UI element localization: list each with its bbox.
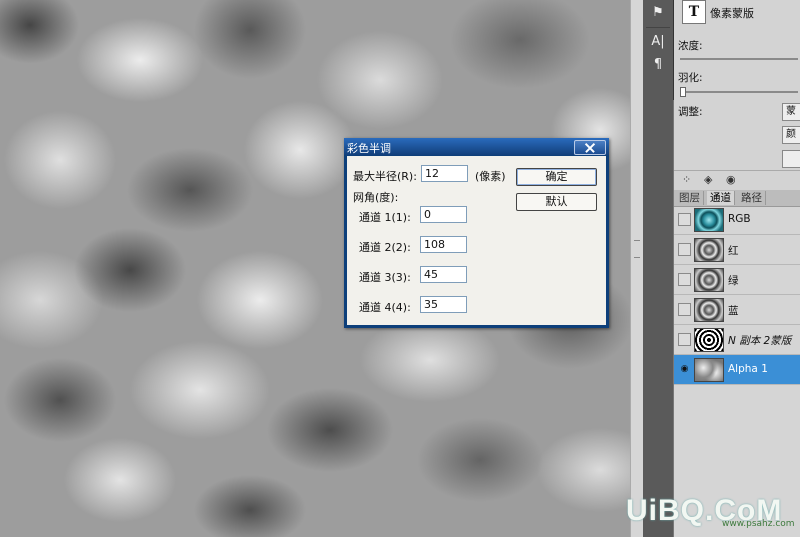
channel-row-rgb[interactable]: RGB	[674, 205, 800, 235]
ok-button[interactable]: 确定	[516, 168, 597, 186]
tab-paths[interactable]: 路径	[738, 191, 766, 205]
channel-row-alpha[interactable]: ◉ Alpha 1	[674, 355, 800, 385]
channel-name: 蓝	[728, 305, 739, 317]
max-radius-label: 最大半径(R):	[353, 170, 417, 183]
channel-name: RGB	[728, 213, 751, 225]
tab-channels[interactable]: 通道	[707, 191, 735, 205]
channel-thumbnail	[694, 358, 724, 382]
close-icon[interactable]	[574, 140, 606, 155]
channel-name: Alpha 1	[728, 363, 768, 375]
channel-2-input[interactable]: 108	[420, 236, 467, 253]
visibility-toggle[interactable]	[678, 243, 691, 256]
channel-name: N 副本 2蒙版	[728, 335, 792, 347]
feather-label: 羽化:	[678, 72, 703, 84]
dialog-titlebar[interactable]: 彩色半调	[344, 138, 609, 155]
visibility-toggle[interactable]	[678, 303, 691, 316]
feather-knob[interactable]	[680, 87, 686, 97]
channels-panel: 图层 通道 路径 RGB 红 绿 蓝 N 副本 2蒙版 ◉ Alpha 1	[674, 190, 800, 537]
character-panel-icon[interactable]: A|	[646, 32, 670, 52]
masks-footer: ⁘ ◈ ◉	[674, 170, 800, 191]
masks-title: 像素蒙版	[710, 7, 754, 20]
dialog-body: 最大半径(R): 12 (像素) 网角(度): 通道 1(1): 0 通道 2(…	[347, 156, 606, 325]
unit-label: (像素)	[475, 170, 506, 183]
channel-3-input[interactable]: 45	[420, 266, 467, 283]
visibility-toggle[interactable]	[678, 333, 691, 346]
dialog-title: 彩色半调	[347, 142, 391, 155]
channel-name: 绿	[728, 275, 739, 287]
channel-row-blue[interactable]: 蓝	[674, 295, 800, 325]
channel-thumbnail	[694, 328, 724, 352]
channel-thumbnail	[694, 208, 724, 232]
channel-4-input[interactable]: 35	[420, 296, 467, 313]
eye-icon[interactable]: ◉	[678, 363, 691, 376]
max-radius-input[interactable]: 12	[421, 165, 468, 182]
masks-panel: T 像素蒙版 浓度: 羽化: 调整: 蒙 颜 ⁘ ◈ ◉	[674, 0, 800, 190]
channel-1-label: 通道 1(1):	[359, 211, 411, 224]
channel-2-label: 通道 2(2):	[359, 241, 411, 254]
toolbar-divider	[646, 27, 670, 28]
scroll-grip[interactable]	[634, 240, 640, 258]
channel-name: 红	[728, 245, 739, 257]
selection-icon[interactable]: ⁘	[682, 173, 691, 186]
channel-row-red[interactable]: 红	[674, 235, 800, 265]
adjust-label: 调整:	[678, 106, 703, 118]
default-button[interactable]: 默认	[516, 193, 597, 211]
paragraph-panel-icon[interactable]: ¶	[646, 55, 670, 75]
channel-thumbnail	[694, 238, 724, 262]
toolbar-background	[643, 100, 673, 537]
channel-row-mask[interactable]: N 副本 2蒙版	[674, 325, 800, 355]
visibility-toggle[interactable]	[678, 213, 691, 226]
channel-3-label: 通道 3(3):	[359, 271, 411, 284]
density-label: 浓度:	[678, 40, 703, 52]
channel-1-input[interactable]: 0	[420, 206, 467, 223]
channel-thumbnail	[694, 268, 724, 292]
tab-layers[interactable]: 图层	[676, 191, 704, 205]
visibility-toggle[interactable]	[678, 273, 691, 286]
channel-4-label: 通道 4(4):	[359, 301, 411, 314]
masks-header: T 像素蒙版	[678, 0, 800, 26]
color-range-button[interactable]: 颜	[782, 126, 800, 144]
stamp-icon[interactable]: ⚑	[646, 3, 670, 23]
visibility-eye-icon[interactable]: ◉	[726, 173, 736, 186]
color-halftone-dialog: 彩色半调 最大半径(R): 12 (像素) 网角(度): 通道 1(1): 0 …	[344, 138, 609, 328]
watermark-logo: UiBQ.CoM www.psahz.com	[626, 494, 800, 534]
invert-button[interactable]	[782, 150, 800, 168]
text-mask-icon[interactable]: T	[682, 0, 706, 24]
density-slider[interactable]	[680, 58, 798, 60]
channel-row-green[interactable]: 绿	[674, 265, 800, 295]
apply-mask-icon[interactable]: ◈	[704, 173, 712, 186]
side-toolbar: ⚑ A| ¶	[643, 0, 674, 100]
canvas-scrollbar[interactable]	[630, 0, 643, 537]
feather-slider[interactable]	[680, 91, 798, 93]
angles-label: 网角(度):	[353, 191, 399, 204]
channel-thumbnail	[694, 298, 724, 322]
mask-edge-button[interactable]: 蒙	[782, 103, 800, 121]
watermark-url: www.psahz.com	[722, 519, 795, 529]
